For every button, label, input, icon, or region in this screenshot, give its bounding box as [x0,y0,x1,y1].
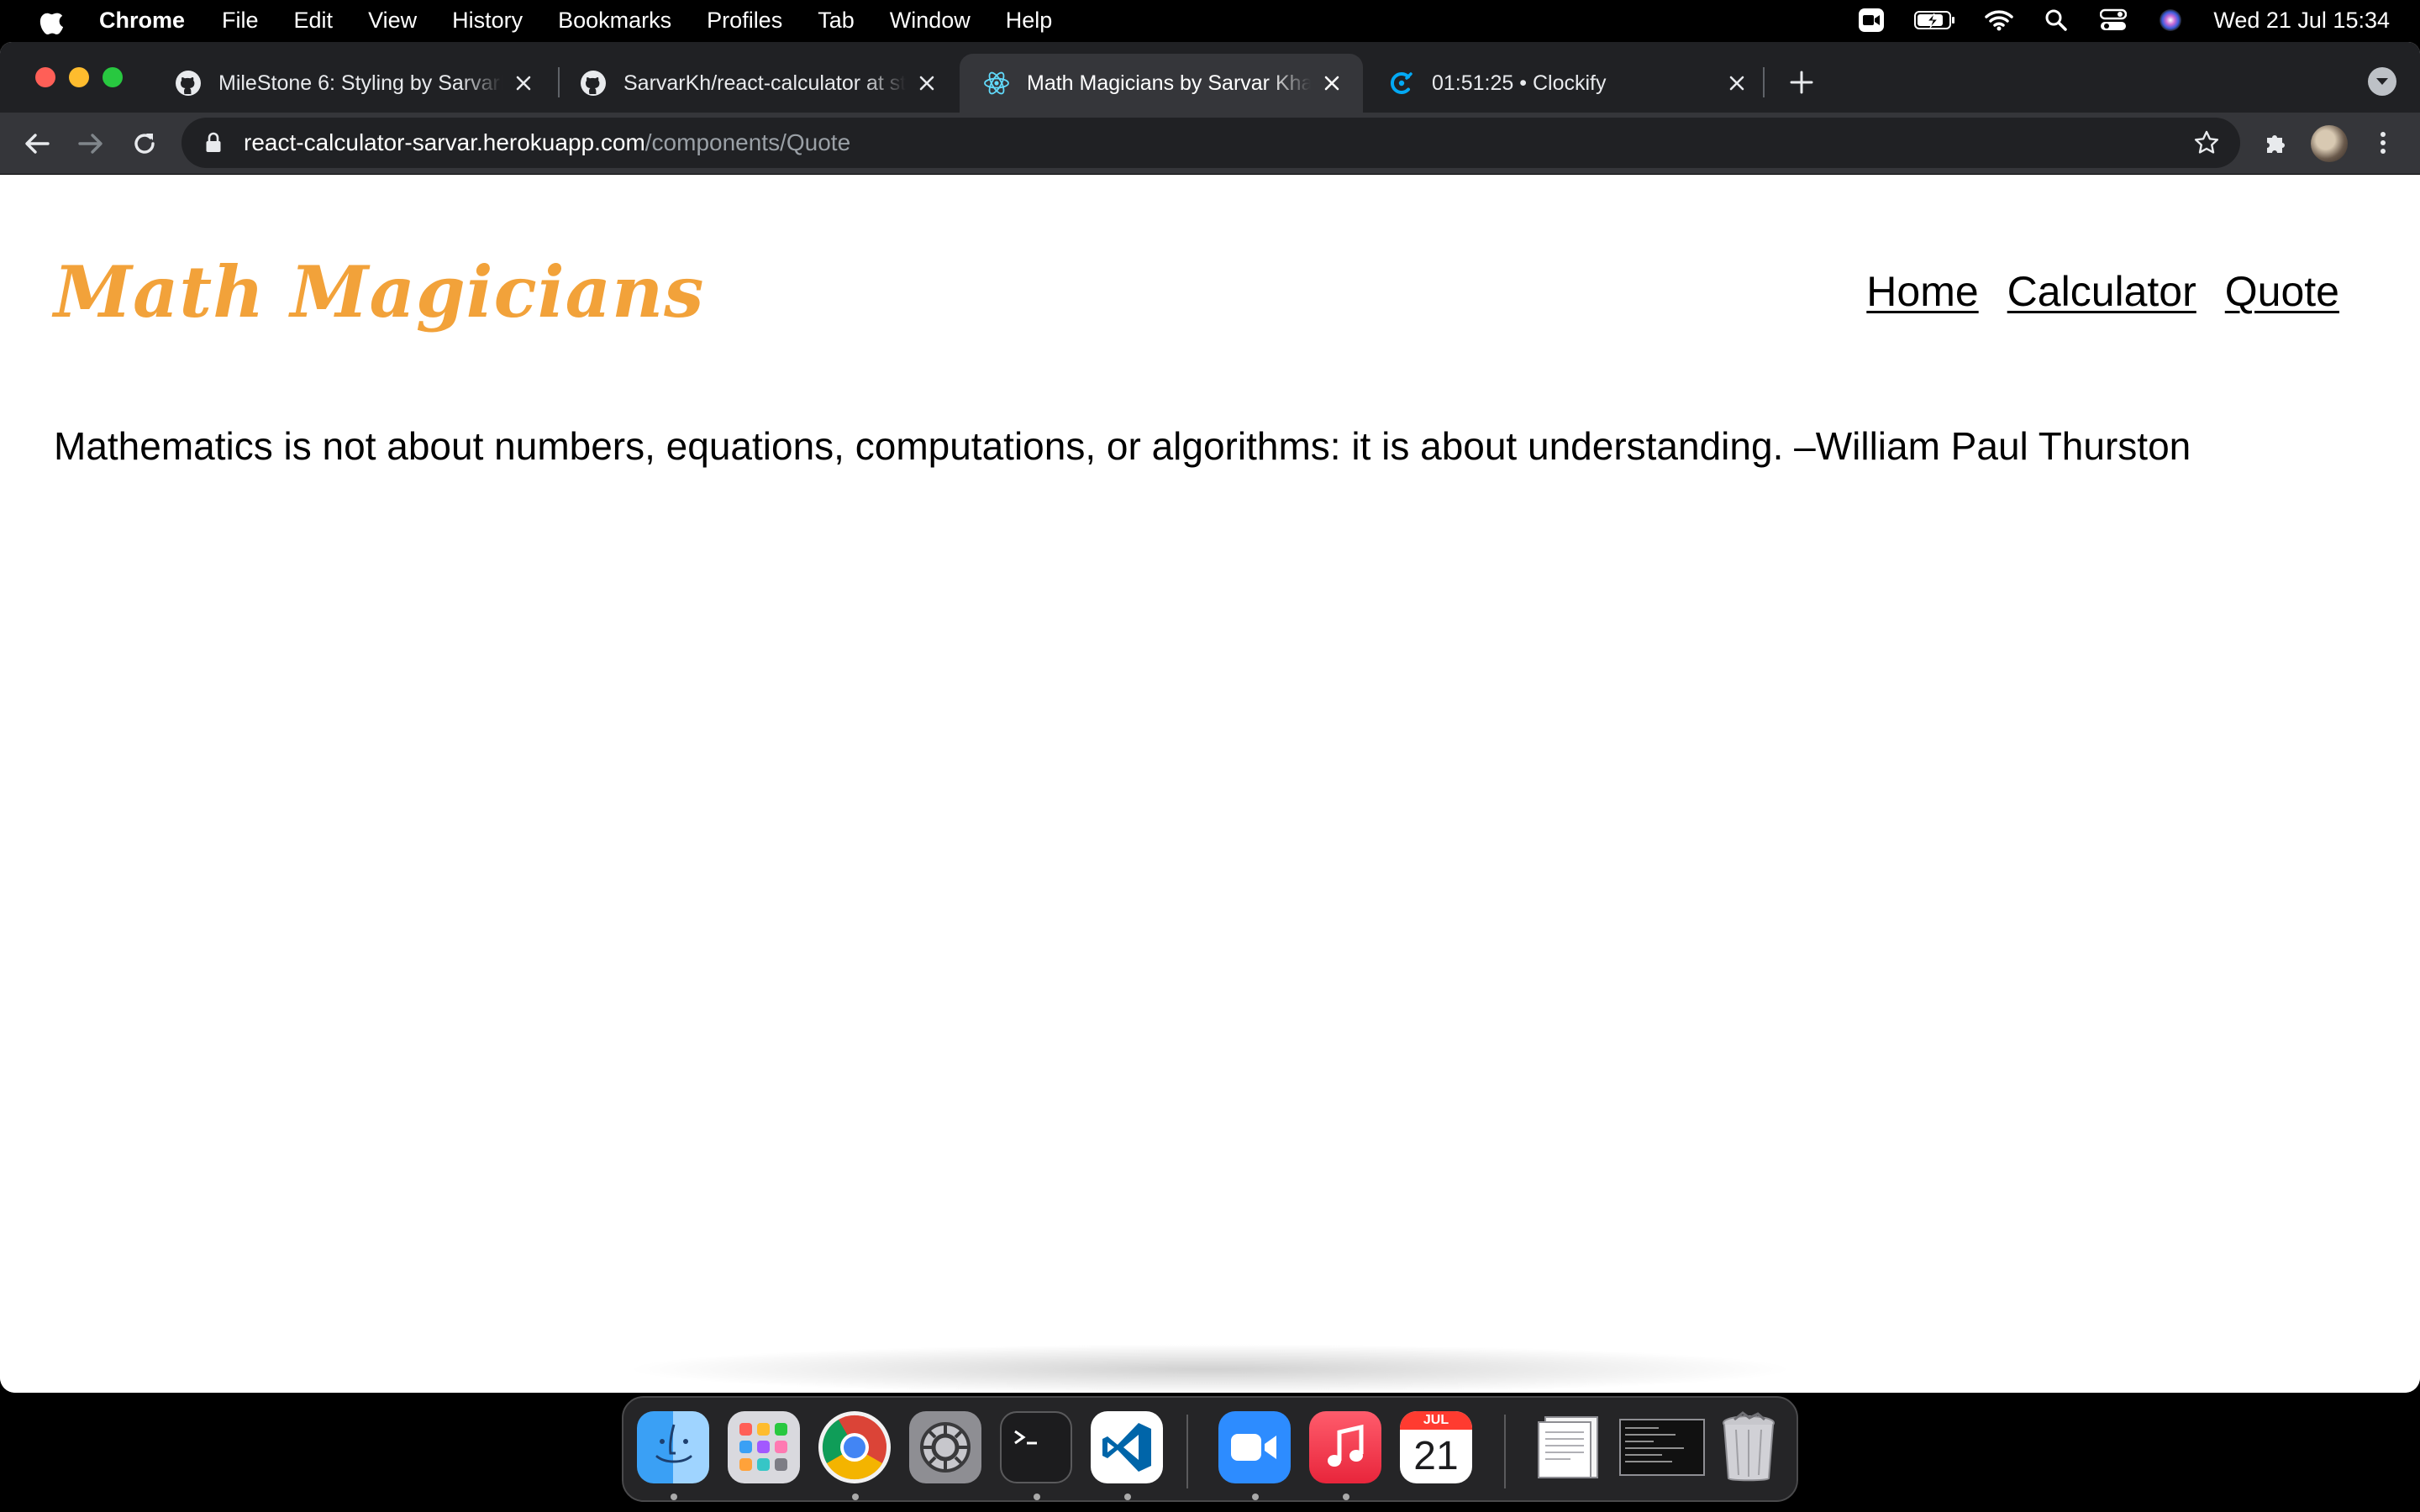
tab-close-icon[interactable] [511,71,536,96]
calendar-month: JUL [1400,1411,1472,1430]
back-arrow-icon[interactable] [20,127,54,160]
tab-clockify[interactable]: 01:51:25 • Clockify [1365,54,1768,113]
siri-icon[interactable] [2156,6,2185,34]
tab-title: MileStone 6: Styling by SarvarKh [218,71,502,95]
spotlight-search-icon[interactable] [2042,6,2070,34]
running-indicator [1252,1494,1259,1500]
menu-history[interactable]: History [452,8,523,34]
nav-link-calculator[interactable]: Calculator [2007,267,2196,316]
apple-menu-icon[interactable] [35,3,66,37]
zoom-icon[interactable] [1218,1411,1291,1483]
running-indicator [671,1494,677,1500]
tab-title: SarvarKh/react-calculator at staging [623,71,906,95]
menu-window[interactable]: Window [890,8,971,34]
status-area: Wed 21 Jul 15:34 [1857,0,2390,40]
terminal-icon[interactable] [1000,1411,1072,1483]
tab-close-icon[interactable] [1724,71,1749,96]
window-fullscreen-button[interactable] [103,67,123,87]
finder-icon[interactable] [637,1411,709,1483]
site-nav: Home Calculator Quote [1866,267,2339,316]
address-url: react-calculator-sarvar.herokuapp.com/co… [244,129,850,156]
lock-icon[interactable] [202,131,225,155]
zoom-menubar-icon[interactable] [1857,6,1886,34]
forward-arrow-icon[interactable] [74,127,108,160]
chrome-icon[interactable] [818,1411,891,1483]
vscode-icon[interactable] [1091,1411,1163,1483]
system-preferences-icon[interactable] [909,1411,981,1483]
dock-separator [1186,1415,1188,1488]
profile-avatar[interactable] [2311,125,2348,162]
music-icon[interactable] [1309,1411,1381,1483]
site-logo: Math Magicians [54,250,705,333]
dock-shadow [622,1344,1798,1394]
wifi-icon[interactable] [1985,6,2014,34]
browser-toolbar: react-calculator-sarvar.herokuapp.com/co… [0,113,2420,175]
nav-link-quote[interactable]: Quote [2225,267,2339,316]
menu-app-chrome[interactable]: Chrome [99,8,185,34]
tab-title: Math Magicians by Sarvar Khalimov [1027,71,1311,95]
menu-help[interactable]: Help [1006,8,1053,34]
tab-strip: MileStone 6: Styling by SarvarKh SarvarK… [0,42,2420,113]
tab-math-magicians[interactable]: Math Magicians by Sarvar Khalimov [960,54,1363,113]
macos-dock: JUL 21 [622,1396,1798,1502]
extensions-puzzle-icon[interactable] [2262,128,2292,158]
tab-milestone-styling[interactable]: MileStone 6: Styling by SarvarKh [151,54,555,113]
url-path: /components/Quote [644,129,851,155]
web-page: Math Magicians Home Calculator Quote Mat… [0,175,2420,1393]
running-indicator [1034,1494,1040,1500]
window-minimize-button[interactable] [69,67,89,87]
tab-search-chevron-icon[interactable] [2368,67,2396,96]
menu-tab[interactable]: Tab [818,8,855,34]
terminal-window-icon[interactable] [1618,1411,1706,1483]
document-icon[interactable] [1531,1411,1612,1483]
tab-close-icon[interactable] [1319,71,1344,96]
tab-close-icon[interactable] [914,71,939,96]
new-tab-plus-icon[interactable] [1785,66,1818,99]
address-bar[interactable]: react-calculator-sarvar.herokuapp.com/co… [182,118,2240,168]
chrome-window: MileStone 6: Styling by SarvarKh SarvarK… [0,42,2420,1393]
menu-edit[interactable]: Edit [294,8,334,34]
chrome-menu-kebab-icon[interactable] [2368,128,2398,158]
github-icon [175,70,202,97]
menu-bookmarks[interactable]: Bookmarks [558,8,671,34]
url-host: react-calculator-sarvar.herokuapp.com [244,129,645,155]
battery-icon[interactable] [1914,6,1956,34]
tab-separator [1763,67,1765,97]
window-close-button[interactable] [35,67,55,87]
running-indicator [1343,1494,1349,1500]
launchpad-icon[interactable] [728,1411,800,1483]
running-indicator [852,1494,859,1500]
running-indicator [1124,1494,1131,1500]
menu-view[interactable]: View [368,8,417,34]
math-quote: Mathematics is not about numbers, equati… [54,424,2191,468]
trash-icon[interactable] [1712,1411,1785,1483]
menu-profiles[interactable]: Profiles [707,8,782,34]
clockify-icon [1388,70,1415,97]
tab-react-calculator-repo[interactable]: SarvarKh/react-calculator at staging [556,54,958,113]
control-center-icon[interactable] [2099,6,2128,34]
react-icon [983,70,1010,97]
calendar-day: 21 [1413,1434,1459,1478]
calendar-icon[interactable]: JUL 21 [1400,1411,1472,1483]
reload-icon[interactable] [128,127,161,160]
github-icon [580,70,607,97]
macos-menu-bar: Chrome File Edit View History Bookmarks … [0,0,2420,40]
bookmark-star-icon[interactable] [2193,129,2220,156]
dock-separator [1504,1415,1506,1488]
menubar-clock[interactable]: Wed 21 Jul 15:34 [2213,8,2390,34]
menu-file[interactable]: File [222,8,259,34]
nav-link-home[interactable]: Home [1866,267,1978,316]
tab-title: 01:51:25 • Clockify [1432,71,1607,95]
